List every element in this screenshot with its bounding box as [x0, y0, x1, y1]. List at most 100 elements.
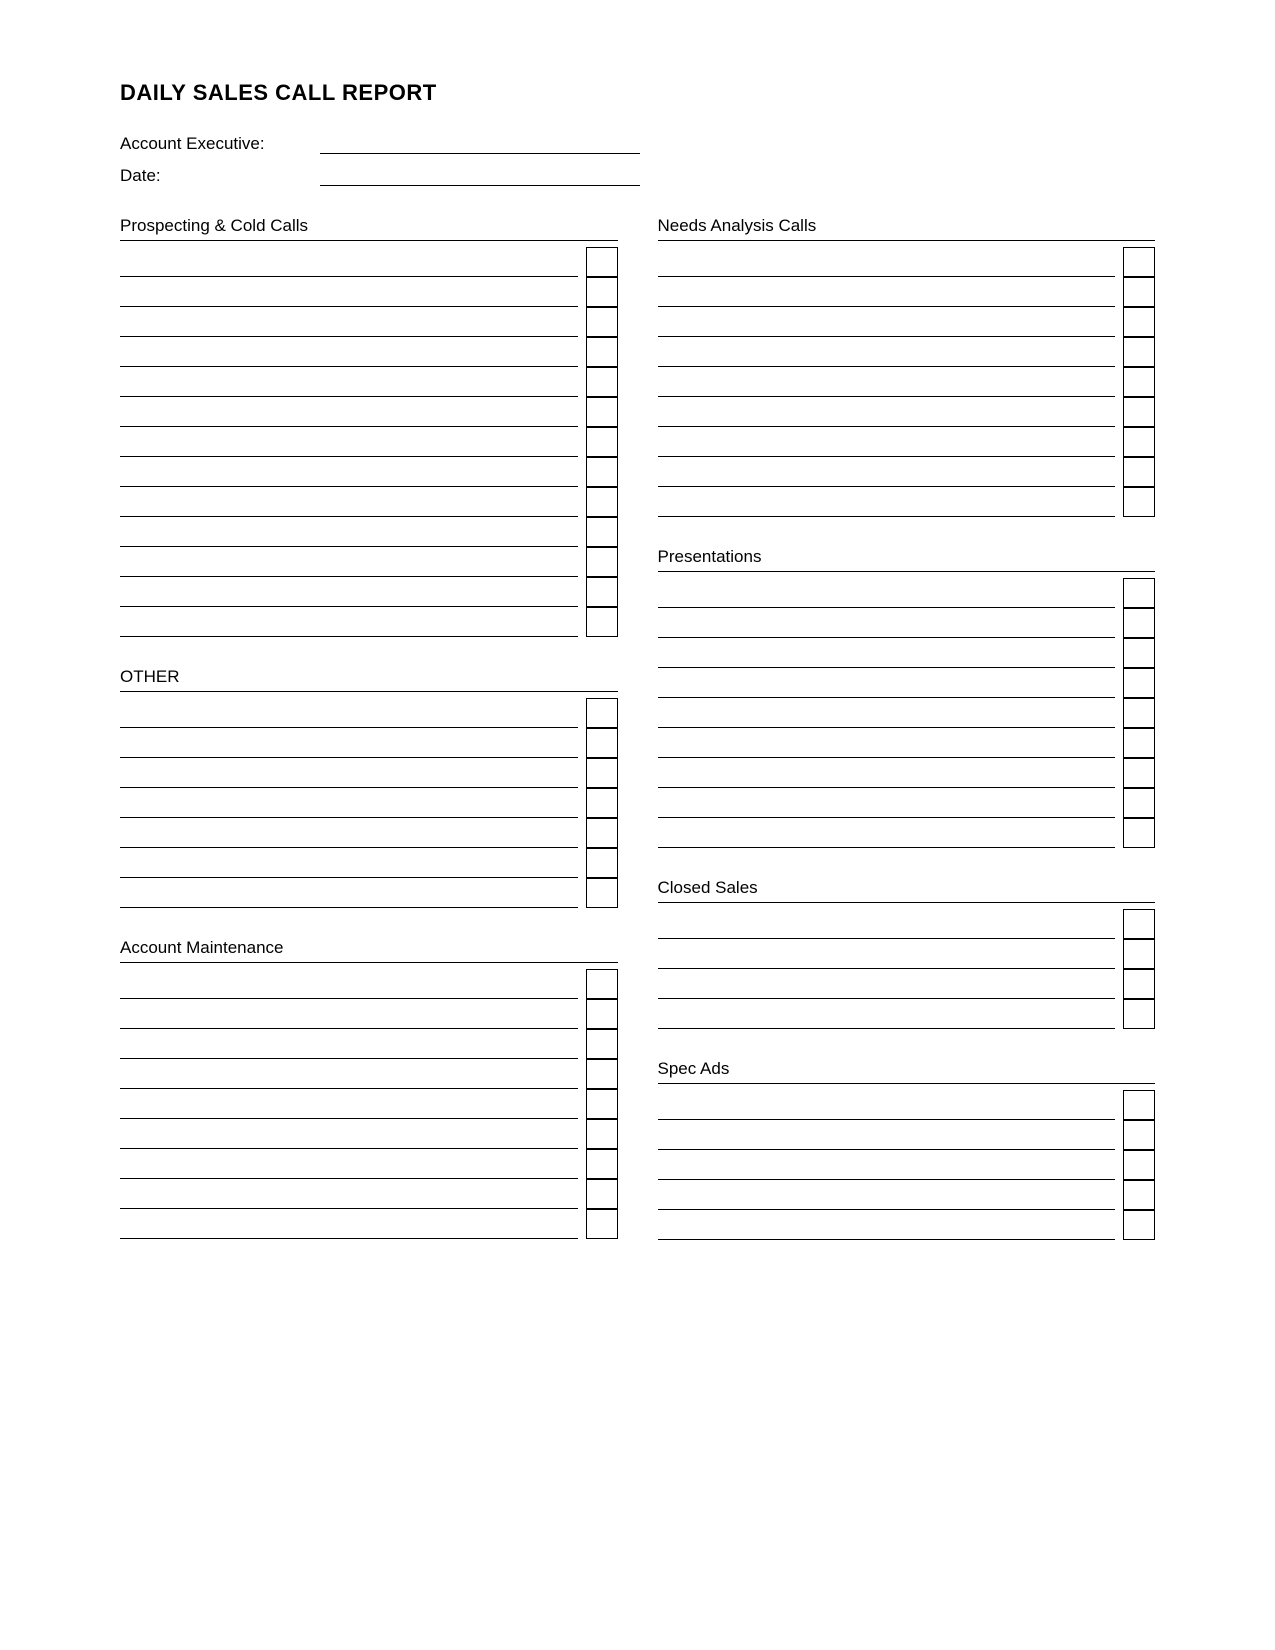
row-box[interactable] — [1123, 969, 1155, 999]
row-box[interactable] — [586, 1209, 618, 1239]
row-box[interactable] — [586, 758, 618, 788]
row-box[interactable] — [1123, 427, 1155, 457]
row-box[interactable] — [1123, 1180, 1155, 1210]
account-executive-input-line[interactable] — [320, 136, 640, 154]
row-line[interactable] — [120, 547, 578, 577]
row-line[interactable] — [658, 969, 1116, 999]
row-box[interactable] — [586, 427, 618, 457]
row-box[interactable] — [1123, 457, 1155, 487]
row-box[interactable] — [586, 788, 618, 818]
row-line[interactable] — [120, 487, 578, 517]
row-line[interactable] — [658, 638, 1116, 668]
row-box[interactable] — [1123, 277, 1155, 307]
row-box[interactable] — [1123, 397, 1155, 427]
row-line[interactable] — [658, 698, 1116, 728]
row-line[interactable] — [120, 1149, 578, 1179]
row-line[interactable] — [120, 1059, 578, 1089]
row-box[interactable] — [586, 878, 618, 908]
row-line[interactable] — [120, 878, 578, 908]
row-line[interactable] — [658, 367, 1116, 397]
row-line[interactable] — [120, 969, 578, 999]
row-box[interactable] — [586, 728, 618, 758]
row-box[interactable] — [1123, 638, 1155, 668]
row-line[interactable] — [658, 788, 1116, 818]
row-line[interactable] — [120, 1179, 578, 1209]
row-line[interactable] — [658, 397, 1116, 427]
row-box[interactable] — [586, 577, 618, 607]
row-box[interactable] — [586, 1119, 618, 1149]
row-box[interactable] — [1123, 788, 1155, 818]
row-box[interactable] — [1123, 1120, 1155, 1150]
row-box[interactable] — [586, 367, 618, 397]
row-box[interactable] — [1123, 578, 1155, 608]
row-box[interactable] — [1123, 818, 1155, 848]
row-line[interactable] — [120, 758, 578, 788]
row-line[interactable] — [658, 1120, 1116, 1150]
row-line[interactable] — [120, 337, 578, 367]
row-box[interactable] — [586, 1149, 618, 1179]
row-box[interactable] — [586, 337, 618, 367]
row-line[interactable] — [658, 999, 1116, 1029]
row-line[interactable] — [120, 397, 578, 427]
row-box[interactable] — [1123, 909, 1155, 939]
row-box[interactable] — [1123, 728, 1155, 758]
row-box[interactable] — [1123, 367, 1155, 397]
row-box[interactable] — [586, 818, 618, 848]
row-box[interactable] — [586, 999, 618, 1029]
row-line[interactable] — [658, 939, 1116, 969]
row-line[interactable] — [658, 578, 1116, 608]
row-line[interactable] — [120, 427, 578, 457]
row-line[interactable] — [658, 457, 1116, 487]
row-box[interactable] — [586, 969, 618, 999]
row-box[interactable] — [1123, 337, 1155, 367]
row-line[interactable] — [658, 818, 1116, 848]
row-box[interactable] — [1123, 758, 1155, 788]
row-line[interactable] — [658, 1090, 1116, 1120]
row-box[interactable] — [586, 1089, 618, 1119]
row-box[interactable] — [586, 397, 618, 427]
row-line[interactable] — [658, 608, 1116, 638]
row-line[interactable] — [120, 999, 578, 1029]
row-line[interactable] — [120, 788, 578, 818]
row-line[interactable] — [120, 728, 578, 758]
row-line[interactable] — [120, 607, 578, 637]
row-box[interactable] — [586, 517, 618, 547]
row-line[interactable] — [120, 517, 578, 547]
row-box[interactable] — [1123, 1150, 1155, 1180]
row-line[interactable] — [120, 577, 578, 607]
row-box[interactable] — [586, 457, 618, 487]
row-line[interactable] — [658, 247, 1116, 277]
row-line[interactable] — [120, 1089, 578, 1119]
row-box[interactable] — [586, 607, 618, 637]
row-box[interactable] — [1123, 487, 1155, 517]
row-box[interactable] — [1123, 999, 1155, 1029]
row-box[interactable] — [586, 487, 618, 517]
row-box[interactable] — [586, 307, 618, 337]
row-line[interactable] — [120, 367, 578, 397]
row-box[interactable] — [1123, 1210, 1155, 1240]
row-box[interactable] — [586, 1059, 618, 1089]
row-box[interactable] — [1123, 668, 1155, 698]
row-line[interactable] — [120, 1209, 578, 1239]
row-box[interactable] — [586, 848, 618, 878]
row-box[interactable] — [1123, 698, 1155, 728]
row-line[interactable] — [658, 758, 1116, 788]
row-box[interactable] — [1123, 608, 1155, 638]
row-line[interactable] — [120, 1119, 578, 1149]
row-box[interactable] — [1123, 939, 1155, 969]
row-box[interactable] — [586, 277, 618, 307]
row-box[interactable] — [1123, 247, 1155, 277]
row-line[interactable] — [120, 1029, 578, 1059]
row-line[interactable] — [658, 307, 1116, 337]
row-line[interactable] — [658, 337, 1116, 367]
row-box[interactable] — [1123, 1090, 1155, 1120]
row-line[interactable] — [658, 1210, 1116, 1240]
row-box[interactable] — [586, 1179, 618, 1209]
row-line[interactable] — [120, 307, 578, 337]
row-box[interactable] — [586, 547, 618, 577]
row-line[interactable] — [658, 487, 1116, 517]
row-line[interactable] — [658, 1180, 1116, 1210]
row-box[interactable] — [1123, 307, 1155, 337]
row-line[interactable] — [120, 818, 578, 848]
row-line[interactable] — [120, 457, 578, 487]
